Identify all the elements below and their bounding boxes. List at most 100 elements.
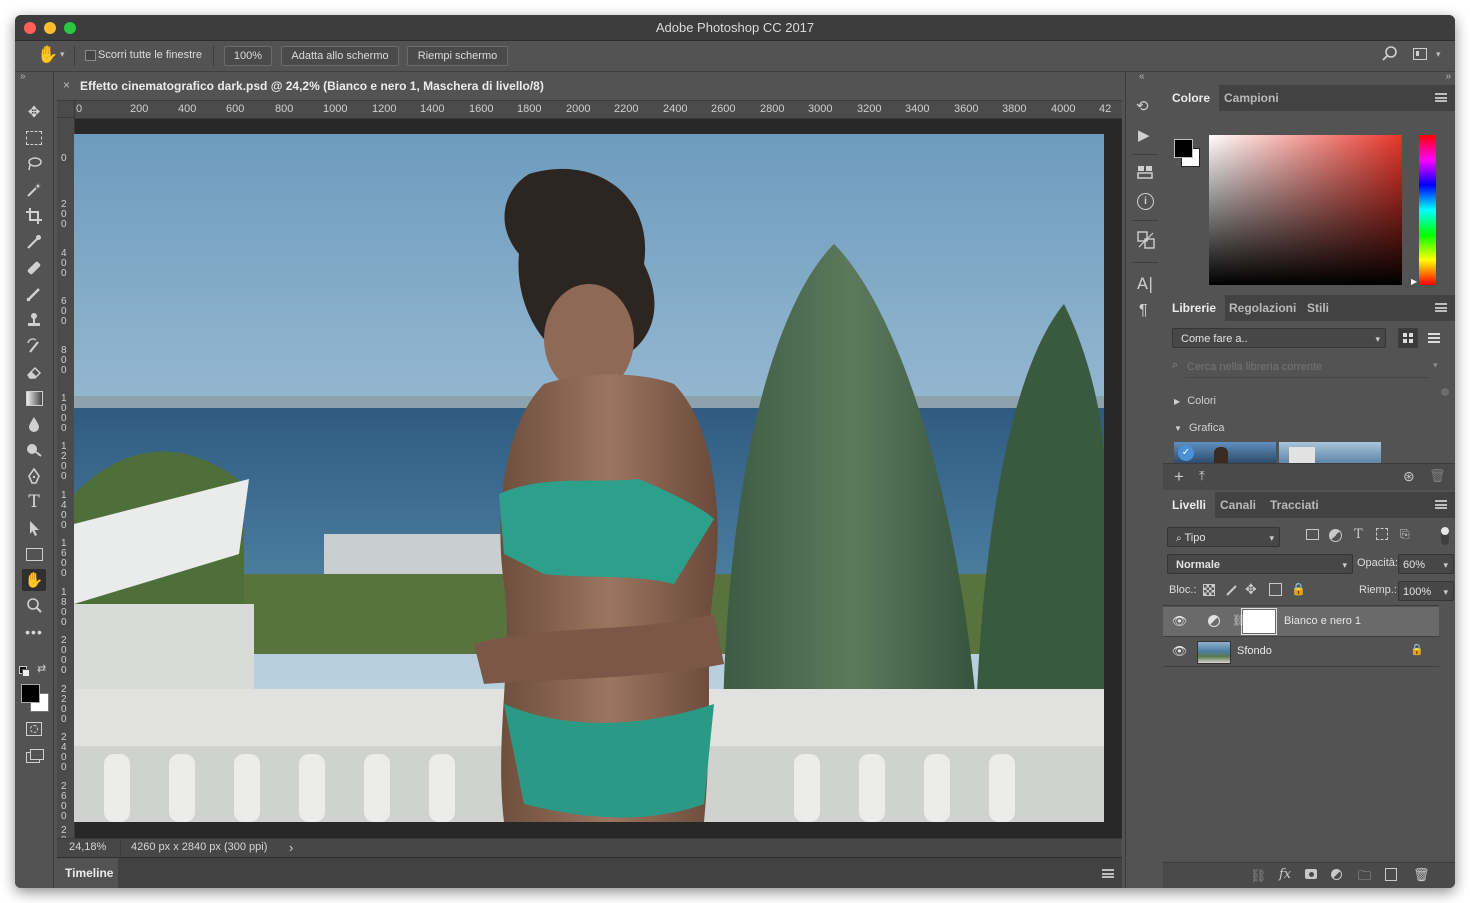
visibility-eye-icon[interactable]: 👁 <box>1172 614 1187 628</box>
horizontal-ruler[interactable]: 0 200 400 600 800 1000 1200 1400 1600 18… <box>75 101 1122 119</box>
screen-mode-icon[interactable] <box>22 744 46 766</box>
tab-regolazioni[interactable]: Regolazioni <box>1220 295 1305 321</box>
brush-tool-icon[interactable] <box>22 283 46 305</box>
collapse-toolbar-icon[interactable]: » <box>20 71 26 82</box>
move-tool-icon[interactable]: ✥ <box>22 101 46 123</box>
new-group-folder-icon[interactable]: 🗀 <box>1358 867 1371 888</box>
scroll-all-checkbox[interactable] <box>85 50 96 61</box>
link-layers-icon[interactable]: ⛓ <box>1250 868 1267 884</box>
character-panel-icon[interactable]: A| <box>1137 274 1153 293</box>
filter-toggle[interactable] <box>1441 527 1449 545</box>
chevron-down-icon[interactable]: ▾ <box>60 49 65 60</box>
zoom-tool-icon[interactable] <box>22 595 46 617</box>
gradient-tool-icon[interactable] <box>22 387 46 409</box>
healing-brush-tool-icon[interactable] <box>22 257 46 279</box>
document-tab[interactable]: × Effetto cinematografico dark.psd @ 24,… <box>57 72 1122 101</box>
chevron-down-icon[interactable]: ▾ <box>1436 49 1441 60</box>
type-tool-icon[interactable]: T <box>22 491 46 513</box>
rectangle-tool-icon[interactable] <box>22 543 46 565</box>
tab-colore[interactable]: Colore <box>1163 85 1220 111</box>
hand-tool-icon[interactable]: ✋ <box>22 569 46 591</box>
tab-campioni[interactable]: Campioni <box>1215 85 1288 111</box>
filter-type-icon[interactable]: T <box>1354 527 1363 542</box>
new-layer-icon[interactable] <box>1385 868 1397 881</box>
layer-row-bianco-e-nero[interactable]: 👁 ⛓ Bianco e nero 1 <box>1163 607 1439 636</box>
hue-slider[interactable] <box>1419 135 1436 285</box>
libraries-panel-menu-icon[interactable] <box>1435 303 1447 312</box>
filter-adjustment-icon[interactable] <box>1329 529 1342 542</box>
default-colors-icon[interactable] <box>19 666 30 677</box>
visibility-eye-icon[interactable]: 👁 <box>1172 644 1187 658</box>
grid-view-icon[interactable] <box>1398 328 1418 348</box>
lock-artboard-icon[interactable] <box>1269 583 1282 596</box>
graphic-thumbnail[interactable]: ✓ <box>1174 442 1276 463</box>
lock-image-brush-icon[interactable] <box>1225 583 1239 600</box>
filter-smart-object-icon[interactable]: ⎘ <box>1400 527 1410 542</box>
layer-row-sfondo[interactable]: 👁 Sfondo 🔒 <box>1163 636 1439 667</box>
blur-tool-icon[interactable] <box>22 413 46 435</box>
3d-panel-icon[interactable] <box>1137 164 1153 180</box>
collapse-right-dock-icon[interactable]: » <box>1445 71 1451 82</box>
status-menu-arrow[interactable]: › <box>289 840 293 855</box>
layer-style-fx-icon[interactable]: fx <box>1279 867 1291 882</box>
collapse-dock-icon[interactable]: « <box>1139 71 1145 82</box>
info-icon[interactable]: i <box>1137 193 1154 210</box>
timeline-menu-icon[interactable] <box>1102 869 1114 878</box>
zoom-level-field[interactable]: 24,18% <box>69 841 106 853</box>
swap-colors-icon[interactable]: ⇄ <box>37 662 46 675</box>
creative-cloud-icon[interactable]: ⊛ <box>1403 468 1415 485</box>
delete-layer-trash-icon[interactable]: 🗑 <box>1413 867 1430 883</box>
search-icon[interactable] <box>1381 45 1399 66</box>
library-scrollbar[interactable] <box>1441 388 1449 396</box>
tab-librerie[interactable]: Librerie <box>1163 295 1226 321</box>
zoom-100-button[interactable]: 100% <box>224 46 272 66</box>
path-selection-tool-icon[interactable] <box>22 517 46 539</box>
graphic-thumbnail[interactable] <box>1279 442 1381 463</box>
fit-screen-button[interactable]: Adatta allo schermo <box>281 46 399 66</box>
lock-all-icon[interactable]: 🔒 <box>1291 582 1306 596</box>
dodge-tool-icon[interactable] <box>22 439 46 461</box>
timeline-tab[interactable]: Timeline <box>57 858 118 888</box>
filter-pixel-icon[interactable] <box>1306 529 1319 540</box>
lock-position-icon[interactable]: ✥ <box>1245 581 1257 598</box>
hue-slider-marker[interactable]: ▶ <box>1411 277 1417 286</box>
magic-wand-tool-icon[interactable] <box>22 179 46 201</box>
layer-mask-thumbnail[interactable] <box>1241 608 1277 635</box>
history-icon[interactable]: ⟲ <box>1136 97 1149 115</box>
color-panel-menu-icon[interactable] <box>1435 93 1447 102</box>
upload-icon[interactable]: ⤒ <box>1199 468 1205 484</box>
color-foreground-swatch[interactable] <box>1174 139 1193 158</box>
eraser-tool-icon[interactable] <box>22 361 46 383</box>
tab-tracciati[interactable]: Tracciati <box>1261 492 1328 518</box>
section-grafica[interactable]: ▼ Grafica <box>1174 422 1224 434</box>
quick-mask-icon[interactable] <box>22 718 46 740</box>
section-colori[interactable]: ▶ Colori <box>1174 395 1216 407</box>
list-view-icon[interactable] <box>1424 328 1444 348</box>
workspace-icon[interactable] <box>1413 48 1427 60</box>
lock-transparent-icon[interactable] <box>1203 584 1215 596</box>
crop-tool-icon[interactable] <box>22 205 46 227</box>
marquee-tool-icon[interactable] <box>22 127 46 149</box>
close-document-icon[interactable]: × <box>63 78 70 92</box>
layer-filter-select[interactable]: ⌕ Tipo ▾ <box>1167 527 1280 547</box>
tab-canali[interactable]: Canali <box>1211 492 1265 518</box>
clone-stamp-tool-icon[interactable] <box>22 309 46 331</box>
eyedropper-tool-icon[interactable] <box>22 231 46 253</box>
hand-tool-preset-icon[interactable]: ✋ <box>37 45 58 65</box>
tab-stili[interactable]: Stili <box>1298 295 1338 321</box>
canvas-photo[interactable] <box>74 134 1104 822</box>
color-field-picker[interactable] <box>1209 135 1402 285</box>
filter-shape-icon[interactable] <box>1376 528 1388 540</box>
add-to-library-icon[interactable]: + <box>1174 467 1184 487</box>
library-select[interactable]: Come fare a.. ▾ <box>1172 328 1386 348</box>
layers-panel-menu-icon[interactable] <box>1435 500 1447 509</box>
fill-field[interactable]: 100% ▾ <box>1398 581 1454 601</box>
history-brush-tool-icon[interactable] <box>22 335 46 357</box>
more-tools-icon[interactable]: ••• <box>22 621 46 643</box>
clone-source-icon[interactable] <box>1137 231 1155 249</box>
library-search-input[interactable] <box>1185 357 1429 378</box>
opacity-field[interactable]: 60% ▾ <box>1398 554 1454 574</box>
lasso-tool-icon[interactable] <box>22 153 46 175</box>
vertical-ruler[interactable]: 0 200 400 600 800 1000 1200 1400 1600 18… <box>57 118 75 842</box>
pen-tool-icon[interactable] <box>22 465 46 487</box>
